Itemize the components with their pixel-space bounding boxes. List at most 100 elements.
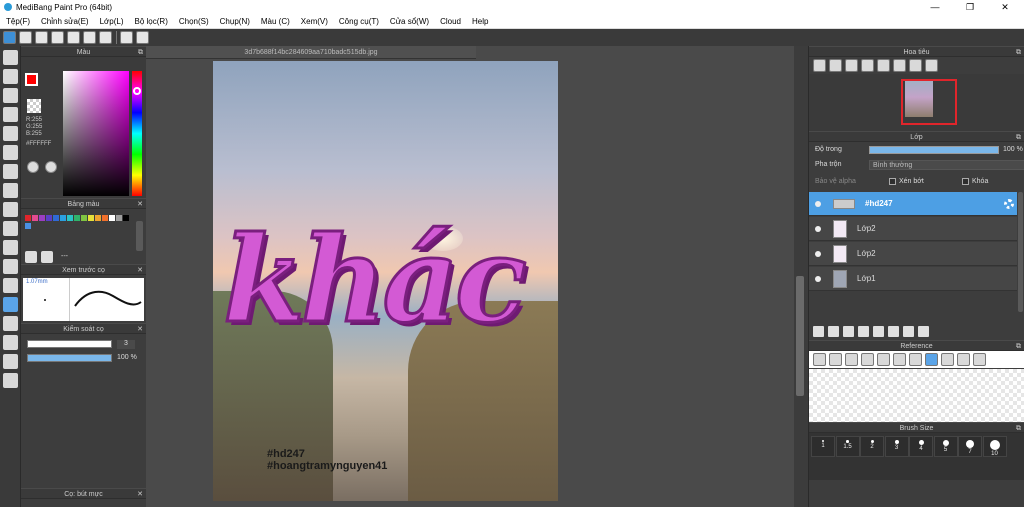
- menu-snap[interactable]: Chụp(N): [220, 17, 250, 26]
- palette-scrollbar[interactable]: [136, 221, 143, 251]
- menu-layer[interactable]: Lớp(L): [100, 17, 124, 26]
- panel-collapse-icon[interactable]: ⧉: [1016, 47, 1021, 58]
- layer-row-lop2[interactable]: Lớp2: [809, 217, 1017, 241]
- new-palette-icon[interactable]: [25, 251, 37, 263]
- brush-size-cell[interactable]: 4: [909, 436, 933, 457]
- menu-help[interactable]: Help: [472, 17, 488, 26]
- menu-cloud[interactable]: Cloud: [440, 17, 461, 26]
- menu-window[interactable]: Cửa sổ(W): [390, 17, 429, 26]
- eye-icon[interactable]: [815, 275, 821, 282]
- brush-size-cell[interactable]: 1.5: [835, 436, 860, 457]
- zoom-in-icon[interactable]: [877, 353, 890, 366]
- navigator-viewport-frame[interactable]: [901, 79, 957, 125]
- palette-swatch[interactable]: [53, 215, 59, 221]
- rotate-right-icon[interactable]: [973, 353, 986, 366]
- layer-row-hd247[interactable]: #hd247: [809, 192, 1017, 216]
- canvas-image[interactable]: khác #hd247 #hoangtramynguyen41: [213, 61, 558, 501]
- cloud-upload-icon[interactable]: [813, 353, 826, 366]
- foreground-color-swatch[interactable]: [25, 73, 38, 86]
- fit-icon[interactable]: [845, 59, 858, 72]
- delete-layer-icon[interactable]: [918, 326, 929, 337]
- zoom-out-icon[interactable]: [861, 59, 874, 72]
- chat-icon[interactable]: [51, 31, 64, 44]
- magic-wand-tool-icon[interactable]: [3, 240, 18, 255]
- eye-icon[interactable]: [815, 200, 821, 207]
- redo-icon[interactable]: [136, 31, 149, 44]
- flip-icon[interactable]: [925, 59, 938, 72]
- layer-scrollbar[interactable]: [1018, 192, 1023, 312]
- new-layer-icon[interactable]: [813, 326, 824, 337]
- rotate-right-icon[interactable]: [909, 59, 922, 72]
- palette-swatch[interactable]: [32, 215, 38, 221]
- delete-palette-icon[interactable]: [41, 251, 53, 263]
- brush-size-cell[interactable]: 1: [811, 436, 835, 457]
- brush-size-cell[interactable]: 5: [933, 436, 958, 457]
- palette-swatch[interactable]: [25, 223, 31, 229]
- canvas-area[interactable]: 3d7b688f14bc284609aa710badc515db.jpg khá…: [146, 46, 804, 507]
- menu-select[interactable]: Chọn(S): [179, 17, 209, 26]
- palette-swatch[interactable]: [116, 215, 122, 221]
- palette-swatch[interactable]: [81, 215, 87, 221]
- color-picker-icon[interactable]: [45, 161, 57, 173]
- select-eraser-tool-icon[interactable]: [3, 278, 18, 293]
- blend-mode-select[interactable]: Bình thường: [869, 160, 1024, 170]
- zoom-out-icon[interactable]: [893, 353, 906, 366]
- hand-icon[interactable]: [925, 353, 938, 366]
- hue-marker[interactable]: [133, 87, 141, 95]
- select-lasso-tool-icon[interactable]: [3, 221, 18, 236]
- palette-swatch[interactable]: [60, 215, 66, 221]
- clipping-checkbox-box[interactable]: [889, 178, 896, 185]
- palette-swatch[interactable]: [95, 215, 101, 221]
- hand-tool-icon[interactable]: [3, 373, 18, 388]
- brush-size-value[interactable]: 3: [117, 340, 135, 349]
- reference-view[interactable]: [809, 369, 1024, 422]
- menu-filter[interactable]: Bộ lọc(R): [135, 17, 168, 26]
- layer-row-lop1[interactable]: Lớp1: [809, 267, 1017, 291]
- eraser-tool-icon[interactable]: [3, 69, 18, 84]
- open-folder-icon[interactable]: [829, 353, 842, 366]
- gear-icon[interactable]: [1004, 198, 1014, 209]
- brush-opacity-slider[interactable]: [27, 354, 112, 362]
- canvas-scroll-thumb[interactable]: [796, 276, 804, 396]
- color-wheel-icon[interactable]: [27, 161, 39, 173]
- gradient-tool-icon[interactable]: [3, 183, 18, 198]
- navigator-view[interactable]: [809, 74, 1024, 131]
- add-layer-dropdown-icon[interactable]: [858, 326, 869, 337]
- panel-collapse-icon[interactable]: ⧉: [1016, 341, 1021, 352]
- layer-row-lop2[interactable]: Lớp2: [809, 242, 1017, 266]
- comment-icon[interactable]: [35, 31, 48, 44]
- eye-icon[interactable]: [815, 225, 821, 232]
- zoom-icon[interactable]: [813, 59, 826, 72]
- close-icon[interactable]: [845, 353, 858, 366]
- brush-size-cell[interactable]: 3: [884, 436, 909, 457]
- new-8bit-layer-icon[interactable]: [843, 326, 854, 337]
- layer-opacity-slider[interactable]: [869, 146, 999, 154]
- document-tab[interactable]: 3d7b688f14bc284609aa710badc515db.jpg: [146, 46, 476, 59]
- divide-tool-icon[interactable]: [3, 335, 18, 350]
- bucket-tool-icon[interactable]: [3, 164, 18, 179]
- menu-file[interactable]: Tệp(F): [6, 17, 30, 26]
- palette-swatch[interactable]: [25, 215, 31, 221]
- minimize-button[interactable]: —: [920, 0, 950, 14]
- rotate-left-icon[interactable]: [941, 353, 954, 366]
- operation-tool-icon[interactable]: [3, 316, 18, 331]
- canvas-scrollbar[interactable]: [796, 61, 806, 501]
- move-tool-icon[interactable]: [3, 126, 18, 141]
- text-tool-icon[interactable]: [3, 297, 18, 312]
- palette-swatch[interactable]: [74, 215, 80, 221]
- palette-swatch[interactable]: [67, 215, 73, 221]
- brush-size-slider[interactable]: [27, 340, 112, 348]
- close-button[interactable]: ✕: [990, 0, 1020, 14]
- eyedropper-icon[interactable]: [909, 353, 922, 366]
- export-icon[interactable]: [19, 31, 32, 44]
- zoom-icon[interactable]: [861, 353, 874, 366]
- grid-alt-icon[interactable]: [99, 31, 112, 44]
- zoom-in-icon[interactable]: [829, 59, 842, 72]
- palette-swatch[interactable]: [109, 215, 115, 221]
- palette-swatch[interactable]: [46, 215, 52, 221]
- saturation-value-picker[interactable]: [63, 71, 129, 196]
- menu-tools[interactable]: Công cụ(T): [339, 17, 379, 26]
- rotate-left-icon[interactable]: [877, 59, 890, 72]
- menu-edit[interactable]: Chỉnh sửa(E): [41, 17, 89, 26]
- palette-swatch[interactable]: [123, 215, 129, 221]
